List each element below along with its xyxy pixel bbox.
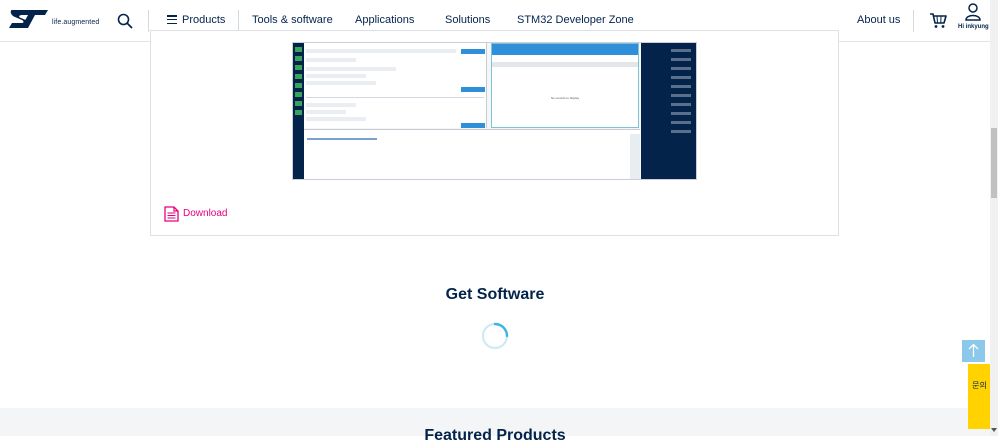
nav-stm32-developer-zone[interactable]: STM32 Developer Zone [517,14,634,26]
logo-tagline: life.augmented [52,19,99,26]
page-scrollbar[interactable] [990,0,998,436]
screenshot-center-panel: No records to display [491,43,639,128]
screenshot-right-panel [641,43,697,180]
nav-applications[interactable]: Applications [355,14,414,26]
software-screenshot: No records to display [292,42,697,180]
back-to-top-button[interactable] [962,340,985,362]
arrow-up-icon [962,340,985,362]
st-logo-mark [8,8,50,30]
screenshot-sidebar [293,43,304,180]
menu-icon[interactable] [167,15,177,24]
nav-about-us[interactable]: About us [857,14,900,26]
nav-solutions[interactable]: Solutions [445,14,490,26]
screenshot-log-panel [304,129,640,180]
screenshot-left-panel [304,43,487,128]
document-icon [164,206,179,222]
feedback-label: 문의 [971,382,988,390]
featured-products-title: Featured Products [0,427,990,445]
scrollbar-thumb[interactable] [991,128,997,198]
feedback-tab[interactable]: 문의 [968,364,991,429]
section-title: Get Software [0,286,990,304]
download-label[interactable]: Download [183,208,227,219]
screenshot-empty-message: No records to display [492,96,638,100]
user-greeting[interactable]: Hi inkyung [958,24,989,30]
nav-tools-software[interactable]: Tools & software [252,14,333,26]
search-icon[interactable] [117,13,133,29]
nav-separator [148,10,149,32]
scroll-down-arrow-icon[interactable] [991,428,997,432]
st-logo[interactable]: life.augmented [8,8,100,34]
nav-separator [913,10,914,32]
cart-icon[interactable] [929,11,947,29]
nav-products[interactable]: Products [182,14,225,26]
loading-spinner-icon [481,322,509,350]
nav-separator [238,10,239,32]
user-icon[interactable] [965,3,981,21]
